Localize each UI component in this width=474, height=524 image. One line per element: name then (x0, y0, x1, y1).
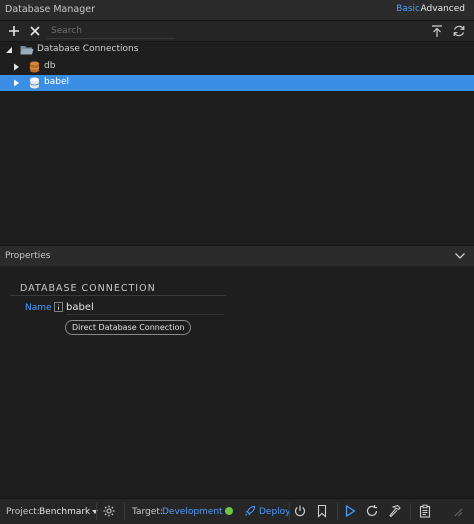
hammer-icon[interactable] (388, 504, 402, 518)
properties-header[interactable]: Properties (0, 245, 474, 267)
database-icon (29, 77, 40, 89)
search-input[interactable] (47, 23, 175, 39)
tree-root-database-connections[interactable]: Database Connections (0, 42, 474, 58)
database-icon (29, 61, 40, 73)
refresh-button[interactable] (451, 23, 467, 39)
info-icon[interactable] (54, 302, 63, 312)
section-divider (10, 295, 226, 296)
toolbar (0, 21, 474, 42)
target-status-indicator (225, 507, 233, 515)
reload-icon[interactable] (365, 504, 379, 518)
plus-icon (9, 26, 19, 36)
remove-connection-button[interactable] (27, 23, 43, 39)
divider (124, 503, 125, 520)
divider (337, 503, 338, 520)
tree-root-label: Database Connections (37, 44, 139, 54)
caret-right-icon[interactable] (13, 63, 20, 71)
mode-basic-tab[interactable]: Basic (396, 4, 420, 14)
target-selector[interactable]: Development (162, 507, 231, 517)
close-icon (30, 26, 40, 36)
tree-item-label: db (44, 61, 56, 71)
divider (410, 503, 411, 520)
arrow-up-to-line-icon (432, 25, 442, 37)
target-label: Target: (132, 507, 163, 517)
properties-panel: DATABASE CONNECTION Name Direct Database… (0, 266, 474, 496)
collapse-all-button[interactable] (429, 23, 445, 39)
gear-icon[interactable] (102, 504, 116, 518)
name-label: Name (25, 303, 52, 313)
divider (289, 503, 290, 520)
title-bar: Database Manager Basic Advanced (0, 0, 474, 21)
rocket-icon[interactable] (243, 504, 257, 518)
bookmark-icon[interactable] (315, 504, 329, 518)
tree-item-db[interactable]: db (0, 59, 474, 75)
mode-advanced-tab[interactable]: Advanced (421, 4, 465, 14)
caret-down-icon[interactable] (5, 46, 13, 54)
clipboard-icon[interactable] (418, 504, 432, 518)
project-label: Project: (6, 507, 40, 517)
add-connection-button[interactable] (6, 23, 22, 39)
project-value: Benchmark (39, 507, 91, 517)
section-title: DATABASE CONNECTION (20, 283, 156, 294)
connection-type-badge[interactable]: Direct Database Connection (65, 320, 192, 335)
project-selector[interactable]: Benchmark (39, 507, 99, 517)
folder-icon (20, 46, 34, 55)
status-bar: Project: Benchmark Target: Development D… (0, 498, 474, 524)
name-input[interactable] (66, 300, 224, 315)
tree-item-label: babel (44, 77, 69, 87)
connections-tree: Database Connections db babel (0, 42, 474, 244)
power-icon[interactable] (293, 504, 307, 518)
deploy-button[interactable]: Deploy (259, 507, 291, 517)
properties-title: Properties (5, 251, 51, 261)
refresh-icon (453, 25, 465, 37)
resize-handle-icon[interactable] (450, 504, 464, 518)
chevron-down-icon[interactable] (454, 250, 466, 262)
tree-item-babel[interactable]: babel (0, 75, 474, 91)
divider (96, 503, 97, 520)
play-icon[interactable] (343, 504, 357, 518)
window-title: Database Manager (5, 4, 95, 15)
target-value: Development (162, 507, 223, 517)
caret-right-icon[interactable] (13, 79, 20, 87)
